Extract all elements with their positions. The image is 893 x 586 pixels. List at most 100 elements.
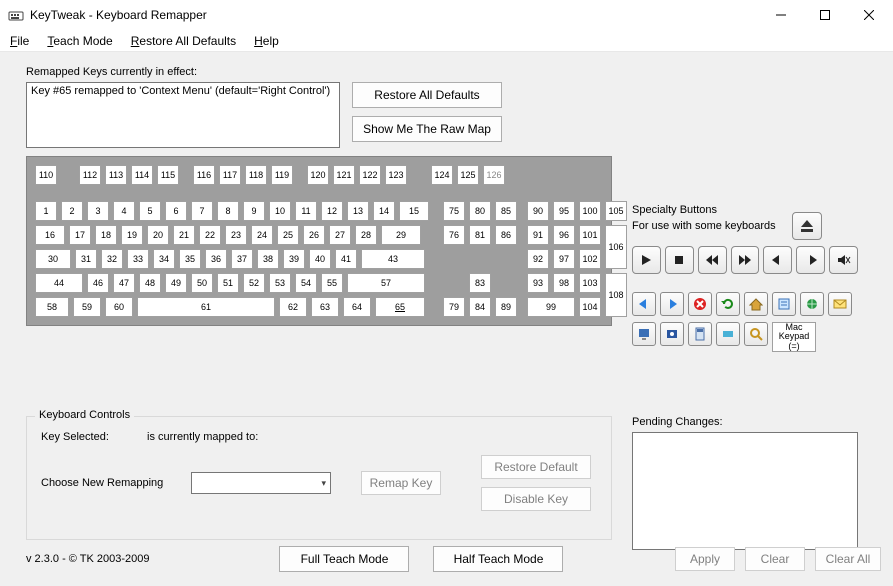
menu-restore-all[interactable]: Restore All Defaults (127, 32, 240, 50)
key-5[interactable]: 5 (139, 201, 161, 221)
key-3[interactable]: 3 (87, 201, 109, 221)
key-117[interactable]: 117 (219, 165, 241, 185)
key-108[interactable]: 108 (605, 273, 627, 317)
key-64[interactable]: 64 (343, 297, 371, 317)
half-teach-mode-button[interactable]: Half Teach Mode (433, 546, 563, 572)
favorites-button[interactable] (772, 292, 796, 316)
key-49[interactable]: 49 (165, 273, 187, 293)
key-102[interactable]: 102 (579, 249, 601, 269)
menu-help[interactable]: Help (250, 32, 283, 50)
key-35[interactable]: 35 (179, 249, 201, 269)
key-124[interactable]: 124 (431, 165, 453, 185)
key-48[interactable]: 48 (139, 273, 161, 293)
stop-button[interactable] (665, 246, 694, 274)
volume-down-button[interactable] (763, 246, 792, 274)
key-32[interactable]: 32 (101, 249, 123, 269)
key-115[interactable]: 115 (157, 165, 179, 185)
key-103[interactable]: 103 (579, 273, 601, 293)
minimize-button[interactable] (759, 1, 803, 29)
key-15[interactable]: 15 (399, 201, 429, 221)
key-57[interactable]: 57 (347, 273, 425, 293)
key-17[interactable]: 17 (69, 225, 91, 245)
key-119[interactable]: 119 (271, 165, 293, 185)
key-79[interactable]: 79 (443, 297, 465, 317)
key-58[interactable]: 58 (35, 297, 69, 317)
key-104[interactable]: 104 (579, 297, 601, 317)
key-120[interactable]: 120 (307, 165, 329, 185)
key-113[interactable]: 113 (105, 165, 127, 185)
key-37[interactable]: 37 (231, 249, 253, 269)
key-50[interactable]: 50 (191, 273, 213, 293)
key-22[interactable]: 22 (199, 225, 221, 245)
menu-file[interactable]: File (6, 32, 33, 50)
key-106[interactable]: 106 (605, 225, 627, 269)
prev-track-button[interactable] (698, 246, 727, 274)
key-53[interactable]: 53 (269, 273, 291, 293)
key-14[interactable]: 14 (373, 201, 395, 221)
close-button[interactable] (847, 1, 891, 29)
key-85[interactable]: 85 (495, 201, 517, 221)
key-23[interactable]: 23 (225, 225, 247, 245)
web-search-button[interactable] (800, 292, 824, 316)
mac-keypad-equals-button[interactable]: Mac Keypad (=) (772, 322, 816, 352)
key-86[interactable]: 86 (495, 225, 517, 245)
key-44[interactable]: 44 (35, 273, 83, 293)
key-41[interactable]: 41 (335, 249, 357, 269)
key-34[interactable]: 34 (153, 249, 175, 269)
pending-changes-listbox[interactable] (632, 432, 858, 550)
key-114[interactable]: 114 (131, 165, 153, 185)
key-81[interactable]: 81 (469, 225, 491, 245)
play-button[interactable] (632, 246, 661, 274)
browser-back-button[interactable] (632, 292, 656, 316)
remapped-item[interactable]: Key #65 remapped to 'Context Menu' (defa… (31, 85, 335, 97)
key-13[interactable]: 13 (347, 201, 369, 221)
key-121[interactable]: 121 (333, 165, 355, 185)
key-46[interactable]: 46 (87, 273, 109, 293)
disable-key-button[interactable]: Disable Key (481, 487, 591, 511)
key-43[interactable]: 43 (361, 249, 425, 269)
mail-button[interactable] (828, 292, 852, 316)
browser-stop-button[interactable] (688, 292, 712, 316)
key-96[interactable]: 96 (553, 225, 575, 245)
key-30[interactable]: 30 (35, 249, 71, 269)
next-track-button[interactable] (731, 246, 760, 274)
clear-button[interactable]: Clear (745, 547, 805, 571)
sleep-button[interactable] (716, 322, 740, 346)
restore-all-defaults-button[interactable]: Restore All Defaults (352, 82, 502, 108)
my-computer-button[interactable] (632, 322, 656, 346)
key-55[interactable]: 55 (321, 273, 343, 293)
key-123[interactable]: 123 (385, 165, 407, 185)
key-36[interactable]: 36 (205, 249, 227, 269)
key-18[interactable]: 18 (95, 225, 117, 245)
volume-up-button[interactable] (796, 246, 825, 274)
key-11[interactable]: 11 (295, 201, 317, 221)
key-125[interactable]: 125 (457, 165, 479, 185)
key-116[interactable]: 116 (193, 165, 215, 185)
key-98[interactable]: 98 (553, 273, 575, 293)
key-19[interactable]: 19 (121, 225, 143, 245)
key-39[interactable]: 39 (283, 249, 305, 269)
media-button[interactable] (660, 322, 684, 346)
key-99[interactable]: 99 (527, 297, 575, 317)
key-54[interactable]: 54 (295, 273, 317, 293)
key-25[interactable]: 25 (277, 225, 299, 245)
full-teach-mode-button[interactable]: Full Teach Mode (279, 546, 409, 572)
key-31[interactable]: 31 (75, 249, 97, 269)
mute-button[interactable] (829, 246, 858, 274)
key-62[interactable]: 62 (279, 297, 307, 317)
key-16[interactable]: 16 (35, 225, 65, 245)
key-40[interactable]: 40 (309, 249, 331, 269)
key-24[interactable]: 24 (251, 225, 273, 245)
key-29[interactable]: 29 (381, 225, 421, 245)
key-21[interactable]: 21 (173, 225, 195, 245)
key-2[interactable]: 2 (61, 201, 83, 221)
key-26[interactable]: 26 (303, 225, 325, 245)
key-33[interactable]: 33 (127, 249, 149, 269)
key-93[interactable]: 93 (527, 273, 549, 293)
maximize-button[interactable] (803, 1, 847, 29)
key-76[interactable]: 76 (443, 225, 465, 245)
key-90[interactable]: 90 (527, 201, 549, 221)
key-38[interactable]: 38 (257, 249, 279, 269)
key-28[interactable]: 28 (355, 225, 377, 245)
key-92[interactable]: 92 (527, 249, 549, 269)
